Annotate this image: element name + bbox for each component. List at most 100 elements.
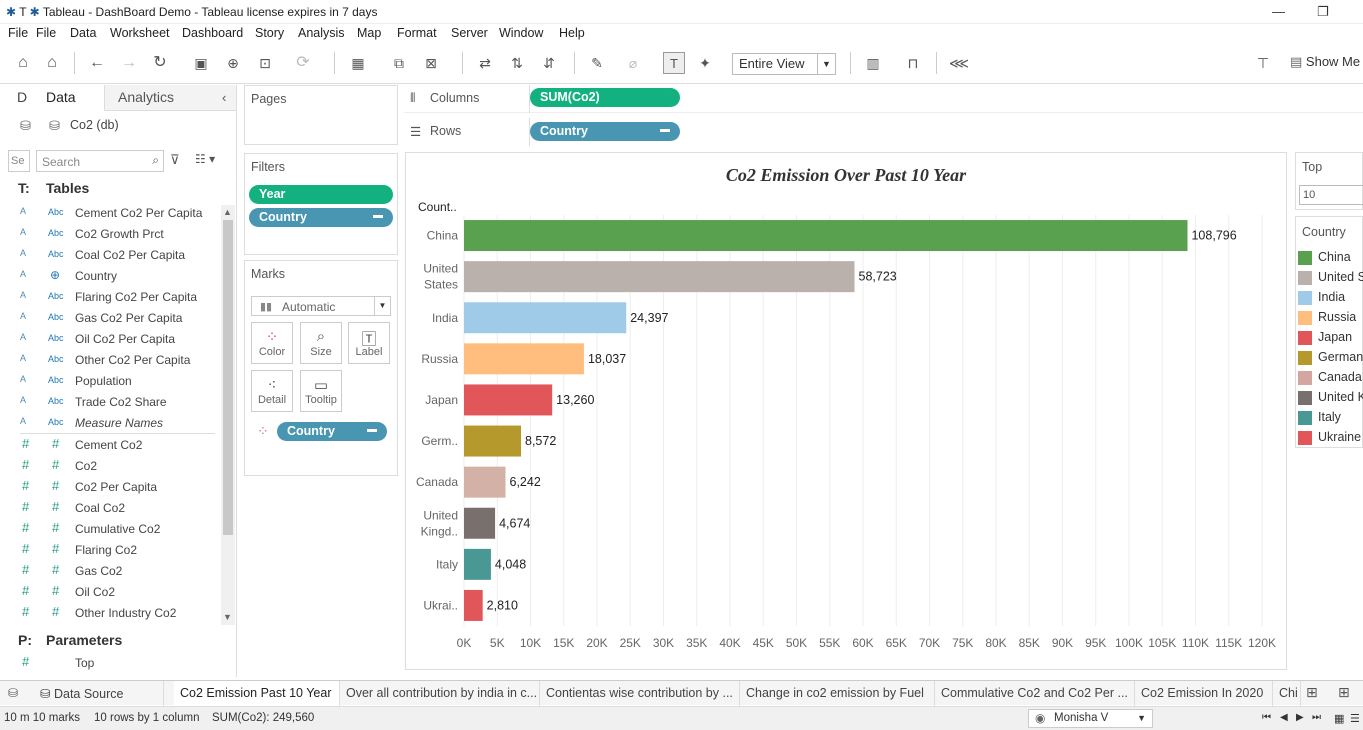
columns-shelf[interactable]: ⦀ Columns SUM(Co2) bbox=[404, 85, 1363, 113]
last-sheet-icon[interactable]: ⏭ bbox=[1312, 712, 1321, 723]
search-input-short[interactable]: Se bbox=[8, 150, 30, 172]
datasource-tab-icon[interactable]: ⛁ bbox=[8, 686, 18, 700]
scroll-down-icon[interactable]: ▼ bbox=[223, 612, 232, 622]
measure-field[interactable]: # # Other Industry Co2 bbox=[0, 603, 220, 624]
tab-chi[interactable]: Chi bbox=[1273, 681, 1301, 706]
tab-co2-emission-2020[interactable]: Co2 Emission In 2020 bbox=[1135, 681, 1273, 706]
show-me-button[interactable]: ▤ Show Me bbox=[1290, 54, 1360, 70]
bar[interactable] bbox=[464, 548, 491, 580]
run-update-icon[interactable]: ⟳ bbox=[292, 52, 314, 74]
dimension-field[interactable]: A Abc Gas Co2 Per Capita bbox=[0, 308, 220, 329]
detail-button[interactable]: ⁖ Detail bbox=[251, 370, 293, 412]
chevron-down-icon[interactable]: ▼ bbox=[817, 54, 835, 74]
bar[interactable] bbox=[464, 302, 627, 334]
dimension-field[interactable]: A Abc Oil Co2 Per Capita bbox=[0, 329, 220, 350]
duplicate-sheet-icon[interactable]: ⧉ bbox=[388, 52, 410, 74]
parameter-item[interactable]: # Top bbox=[0, 653, 220, 674]
fit-select[interactable]: Entire View ▼ bbox=[732, 53, 836, 75]
redo-icon[interactable]: → bbox=[118, 52, 140, 74]
dimension-field[interactable]: A Abc Population bbox=[0, 371, 220, 392]
user-menu[interactable]: ◉ Monisha V ▼ bbox=[1028, 709, 1153, 728]
columns-pill[interactable]: SUM(Co2) bbox=[530, 88, 680, 107]
collapse-pane-icon[interactable]: ‹ bbox=[222, 90, 226, 105]
swap-rows-columns-icon[interactable]: ⇄ bbox=[474, 52, 496, 74]
tab-analytics[interactable]: Analytics bbox=[118, 89, 174, 105]
first-sheet-icon[interactable]: ⏮ bbox=[1262, 712, 1271, 723]
home-icon[interactable]: ⌂ bbox=[12, 52, 34, 74]
new-datasource-icon[interactable]: ⊕ bbox=[222, 52, 244, 74]
highlight-icon[interactable]: ✎ bbox=[586, 52, 608, 74]
tab-data-container[interactable]: Data bbox=[36, 85, 104, 111]
tab-continents-contribution[interactable]: Contientas wise contribution by ... bbox=[540, 681, 740, 706]
menu-worksheet[interactable]: Worksheet bbox=[110, 26, 170, 40]
measure-field[interactable]: # # Cumulative Co2 bbox=[0, 519, 220, 540]
tab-data-source[interactable]: ⛁ Data Source bbox=[34, 681, 164, 706]
rows-pill[interactable]: Country ▬ bbox=[530, 122, 680, 141]
minimize-icon[interactable]: — bbox=[1272, 4, 1285, 19]
group-members-icon[interactable]: ⌀ bbox=[622, 52, 644, 74]
measure-field[interactable]: # # Co2 Per Capita bbox=[0, 477, 220, 498]
grid-view-icon[interactable]: ▦ bbox=[1334, 712, 1344, 725]
save-icon[interactable]: ▣ bbox=[190, 52, 212, 74]
menu-help[interactable]: Help bbox=[559, 26, 585, 40]
chevron-down-icon[interactable]: ▼ bbox=[374, 297, 390, 315]
dimension-field[interactable]: A Abc Trade Co2 Share bbox=[0, 392, 220, 413]
menu-analysis[interactable]: Analysis bbox=[298, 26, 345, 40]
chart-area[interactable]: Co2 Emission Over Past 10 Year Count.. 0… bbox=[405, 152, 1287, 670]
restore-icon[interactable]: ❐ bbox=[1317, 4, 1329, 20]
bar[interactable] bbox=[464, 220, 1188, 252]
menu-dashboard[interactable]: Dashboard bbox=[182, 26, 243, 40]
show-cards-icon[interactable]: ▥ bbox=[862, 52, 884, 74]
menu-window[interactable]: Window bbox=[499, 26, 543, 40]
bar[interactable] bbox=[464, 384, 553, 416]
list-view-icon[interactable]: ☰ bbox=[1350, 712, 1360, 725]
measure-field[interactable]: # # Coal Co2 bbox=[0, 498, 220, 519]
pages-shelf[interactable]: Pages bbox=[244, 85, 398, 145]
search-input[interactable]: Search ⌕ bbox=[36, 150, 164, 172]
clear-sheet-icon[interactable]: ⊠ bbox=[420, 52, 442, 74]
prev-sheet-icon[interactable]: ◀ bbox=[1280, 712, 1288, 723]
tab-co2-emission-past-10-year[interactable]: Co2 Emission Past 10 Year bbox=[174, 681, 340, 706]
menu-server[interactable]: Server bbox=[451, 26, 488, 40]
size-button[interactable]: ⌕ Size bbox=[300, 322, 342, 364]
start-page-icon[interactable]: ⌂ bbox=[41, 52, 63, 74]
scrollbar-thumb[interactable] bbox=[223, 220, 233, 535]
show-mark-labels-icon[interactable]: T bbox=[663, 52, 685, 74]
new-worksheet-icon[interactable]: ▦ bbox=[347, 52, 369, 74]
measure-field[interactable]: # # Cement Co2 bbox=[0, 435, 220, 456]
label-button[interactable]: 🅃 Label bbox=[348, 322, 390, 364]
top-input[interactable]: 10 bbox=[1299, 185, 1363, 205]
bar[interactable] bbox=[464, 589, 483, 621]
menu-story[interactable]: Story bbox=[255, 26, 284, 40]
menu-map[interactable]: Map bbox=[357, 26, 381, 40]
menu-file-short[interactable]: File bbox=[8, 26, 28, 40]
sort-ascending-icon[interactable]: ⇅ bbox=[506, 52, 528, 74]
measure-field[interactable]: # # Gas Co2 bbox=[0, 561, 220, 582]
dimension-field[interactable]: A Abc Flaring Co2 Per Capita bbox=[0, 287, 220, 308]
replace-data-icon[interactable]: ↻ bbox=[149, 52, 171, 74]
dimension-field[interactable]: A Abc Cement Co2 Per Capita bbox=[0, 203, 220, 224]
format-painter-icon[interactable]: ⊤ bbox=[1252, 52, 1274, 74]
new-worksheet-icon[interactable]: ⊞ bbox=[1306, 684, 1318, 701]
bar[interactable] bbox=[464, 425, 522, 457]
new-dashboard-icon[interactable]: ⊞ bbox=[1338, 684, 1350, 701]
dimension-field[interactable]: A Abc Other Co2 Per Capita bbox=[0, 350, 220, 371]
next-sheet-icon[interactable]: ▶ bbox=[1296, 712, 1304, 723]
bar[interactable] bbox=[464, 507, 496, 539]
scroll-up-icon[interactable]: ▲ bbox=[223, 207, 232, 217]
pause-updates-icon[interactable]: ⊡ bbox=[254, 52, 276, 74]
tab-change-by-fuel[interactable]: Change in co2 emission by Fuel bbox=[740, 681, 935, 706]
rows-shelf[interactable]: ☰ Rows Country ▬ bbox=[404, 118, 1363, 146]
share-icon[interactable]: ⋘ bbox=[948, 52, 970, 74]
tab-india-contribution[interactable]: Over all contribution by india in c... bbox=[340, 681, 540, 706]
tooltip-button[interactable]: ▭ Tooltip bbox=[300, 370, 342, 412]
bar[interactable] bbox=[464, 261, 855, 293]
measure-field[interactable]: # # Co2 bbox=[0, 456, 220, 477]
menu-file[interactable]: File bbox=[36, 26, 56, 40]
filter-icon[interactable]: ⊽ bbox=[170, 152, 180, 168]
dimension-field[interactable]: A Abc Measure Names bbox=[0, 413, 220, 434]
menu-format[interactable]: Format bbox=[397, 26, 437, 40]
undo-icon[interactable]: ← bbox=[86, 52, 108, 74]
dimension-field[interactable]: A Abc Co2 Growth Prct bbox=[0, 224, 220, 245]
bar[interactable] bbox=[464, 466, 506, 498]
